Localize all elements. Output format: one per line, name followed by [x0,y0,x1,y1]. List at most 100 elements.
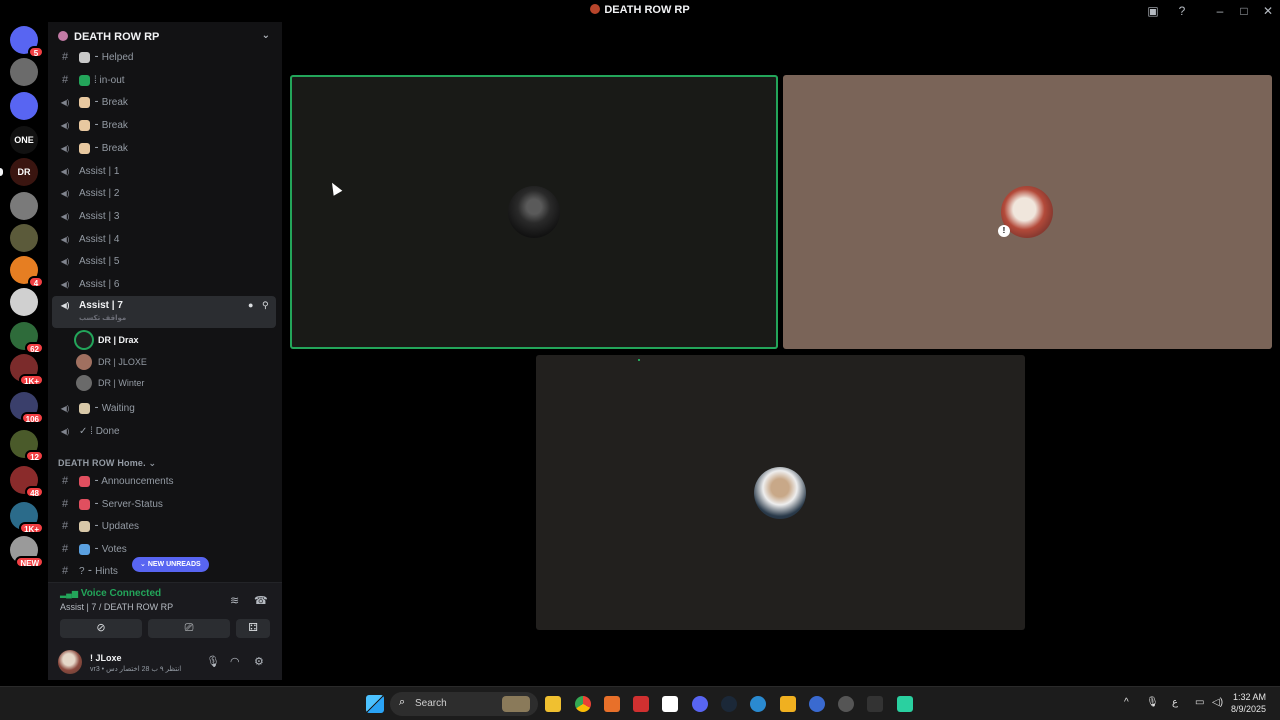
hashtag-icon: # [61,73,69,86]
edge-icon[interactable] [809,696,825,712]
server-icon-server-14[interactable]: 48 [10,466,44,498]
mention-badge: 62 [25,342,44,354]
network-icon[interactable]: ▭ [1195,697,1204,708]
participant-tile-drax[interactable] [290,75,778,349]
server-icon-server-12[interactable]: 106 [10,392,44,424]
server-icon-server-16[interactable]: NEW [10,536,44,568]
taskbar-clock[interactable]: 1:32 AM 8/9/2025 [1231,691,1266,715]
selected-pill [0,168,3,176]
voice-status[interactable]: ▂▄▆ Voice Connected [60,588,161,599]
minimize-icon[interactable]: – [1213,4,1227,18]
capcut-icon[interactable] [662,696,678,712]
steam-icon[interactable] [721,696,737,712]
chevron-down-icon[interactable]: ⌄ [262,30,270,41]
avatar [76,353,92,370]
user-panel: ! JLoxe vr3 • انتظر ٩ ب 28 اختصار دس 🎙 ◠… [48,642,282,680]
channel-voice-active[interactable]: ◀) Assist | 7 مواقف تكسب ● ⚲ [52,296,276,328]
taskbar-search[interactable]: ⌕ Search [390,692,538,716]
server-icon-server-8[interactable]: 4 [10,256,44,288]
server-icon-discord-home[interactable]: 5 [10,26,44,58]
camera-button[interactable]: ⊘ [60,619,142,638]
channel-label: ⁃ Announcements [94,476,174,487]
channel-text[interactable]: # ⁃ Server-Status [52,495,276,515]
app-icon-orange[interactable] [604,696,620,712]
activity-button[interactable]: ⚃ [236,619,270,638]
server-icon-server-11[interactable]: 1K+ [10,354,44,386]
tray-mic-icon[interactable]: 🎙 [1146,697,1159,708]
channel-voice[interactable]: ◀) ⁃ Break [52,93,276,113]
channel-voice[interactable]: ◀) ⁃ Waiting [52,399,276,419]
app-icon-red[interactable] [633,696,649,712]
participant-tile-winter[interactable] [536,355,1025,630]
help-icon[interactable]: ? [1175,4,1189,18]
server-icon-server-1[interactable] [10,58,38,86]
participant-tile-jloxe[interactable]: ! [783,75,1272,349]
microphone-icon[interactable]: 🎙 [206,655,220,668]
maximize-icon[interactable]: □ [1237,4,1251,18]
server-icon-folder[interactable] [10,92,38,120]
chrome-icon[interactable] [575,696,591,712]
add-user-icon[interactable]: ⚲ [262,300,269,311]
app-icon-green[interactable] [897,696,913,712]
channel-emoji-icon [79,97,90,109]
channel-voice[interactable]: ◀) ✓ ⁞ Done [52,422,276,442]
channel-text[interactable]: # ⁃ Announcements [52,472,276,492]
server-icon-one[interactable]: ONE [10,126,38,154]
mention-badge: 48 [25,486,44,498]
disconnect-icon[interactable]: ☎ [254,594,268,607]
category-header[interactable]: DEATH ROW Home. ⌄ [58,458,156,469]
server-icon-server-15[interactable]: 1K+ [10,502,44,534]
server-icon-server-13[interactable]: 12 [10,430,44,462]
voice-location[interactable]: Assist | 7 / DEATH ROW RP [60,602,173,612]
discord-icon[interactable] [692,696,708,712]
voice-user[interactable]: DR | JLOXE [76,352,266,372]
channel-voice[interactable]: ◀) Assist | 4 [52,230,276,250]
channel-text[interactable]: # ⁃ Helped [52,48,276,68]
mention-badge: 1K+ [19,374,44,386]
channel-voice[interactable]: ◀) Assist | 2 [52,184,276,204]
channel-voice[interactable]: ◀) ⁃ Break [52,139,276,159]
channel-voice[interactable]: ◀) Assist | 3 [52,207,276,227]
avatar[interactable] [58,650,82,674]
channel-voice[interactable]: ◀) Assist | 5 [52,252,276,272]
avatar [76,332,92,348]
noise-suppression-icon[interactable]: ≋ [230,594,239,607]
username[interactable]: ! JLoxe [90,653,122,663]
search-icon: ⌕ [399,696,406,708]
voice-user[interactable]: DR | Drax [76,330,266,350]
app-icon-gear[interactable] [838,696,854,712]
server-icon-server-6[interactable] [10,192,38,220]
title-bar: DEATH ROW RP ▣ ? – □ ✕ [0,0,1280,22]
app-icon-yellow[interactable] [780,696,796,712]
screen-share-button[interactable]: ⎚ [148,619,230,638]
video-off-icon: ⊘ [96,622,106,634]
server-icon-server-7[interactable] [10,224,38,252]
channel-text[interactable]: # ⁃ Updates [52,517,276,537]
headphones-icon[interactable]: ◠ [230,655,240,668]
server-icon-server-10[interactable]: 62 [10,322,44,354]
volume-icon[interactable]: ◁) [1212,697,1223,708]
settings-gear-icon[interactable]: ⚙ [254,655,264,668]
server-icon-server-9[interactable] [10,288,38,316]
app-icon-blue[interactable] [750,696,766,712]
channel-voice[interactable]: ◀) ⁃ Break [52,116,276,136]
channel-voice[interactable]: ◀) Assist | 1 [52,162,276,182]
channel-label: ⁃ Updates [94,521,140,533]
language-indicator[interactable]: ع [1172,697,1178,708]
epic-games-icon[interactable] [867,696,883,712]
chat-bubble-icon[interactable]: ● [248,300,253,310]
speaker-icon: ◀) [60,234,70,244]
speaker-icon: ◀) [60,189,70,199]
tray-chevron-icon[interactable]: ^ [1124,697,1129,708]
voice-user[interactable]: DR | Winter [76,373,266,393]
server-icon-death-row[interactable]: DR [0,158,38,186]
close-icon[interactable]: ✕ [1261,4,1275,18]
new-unreads-button[interactable]: ⌄ NEW UNREADS [132,557,209,572]
channel-voice[interactable]: ◀) Assist | 6 [52,275,276,295]
windows-start-icon[interactable] [366,695,384,713]
channel-text[interactable]: # ⁞ in-out [52,71,276,91]
server-pic [10,92,38,120]
file-explorer-icon[interactable] [545,696,561,712]
inbox-icon[interactable]: ▣ [1146,4,1160,18]
channel-label: ⁃ Break [94,97,128,109]
